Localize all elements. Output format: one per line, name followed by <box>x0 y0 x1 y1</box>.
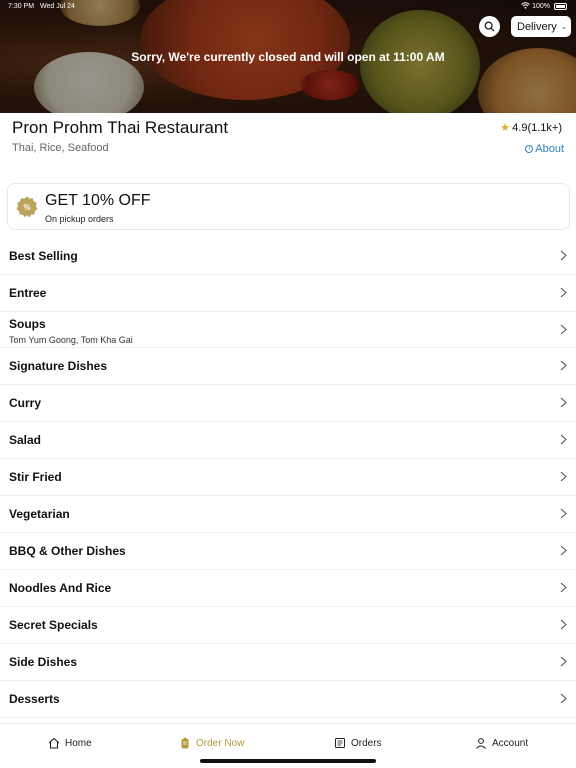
menu-category-noodles-rice[interactable]: Noodles And Rice <box>0 570 576 607</box>
status-time: 7:30 PM <box>8 3 35 10</box>
menu-category-label: Noodles And Rice <box>9 581 112 595</box>
menu-category-label: Salad <box>9 433 42 447</box>
search-icon <box>484 21 495 32</box>
info-icon: i <box>525 145 534 153</box>
menu-category-secret-specials[interactable]: Secret Specials <box>0 607 576 644</box>
battery-icon <box>554 3 567 10</box>
menu-category-desserts[interactable]: Desserts <box>0 681 576 718</box>
hero-banner: 7:30 PM Wed Jul 24 100% Delivery ⌄ Sorry… <box>0 0 576 113</box>
menu-category-bbq-other[interactable]: BBQ & Other Dishes <box>0 533 576 570</box>
menu-category-description: Tom Yum Goong, Tom Kha Gai <box>9 335 133 345</box>
menu-category-soups[interactable]: Soups Tom Yum Goong, Tom Kha Gai <box>0 312 576 348</box>
restaurant-tags: Thai, Rice, Seafood <box>12 142 109 154</box>
tab-account-label: Account <box>492 737 529 749</box>
menu-category-label: Best Selling <box>9 249 78 263</box>
chevron-right-icon <box>560 287 567 298</box>
menu-category-label: Soups <box>9 317 46 331</box>
menu-category-label: Entree <box>9 286 47 300</box>
rating: ★ 4.9(1.1k+) <box>500 121 562 135</box>
promo-title: GET 10% OFF <box>45 192 151 209</box>
menu-category-label: Stir Fried <box>9 470 62 484</box>
home-indicator <box>200 759 376 763</box>
menu-category-vegetarian[interactable]: Vegetarian <box>0 496 576 533</box>
menu-category-salad[interactable]: Salad <box>0 422 576 459</box>
chevron-right-icon <box>560 397 567 408</box>
tab-order-now-label: Order Now <box>196 737 245 749</box>
promo-subtitle: On pickup orders <box>45 214 114 224</box>
order-bag-icon <box>181 737 189 749</box>
menu-category-best-selling[interactable]: Best Selling <box>0 238 576 275</box>
chevron-right-icon <box>560 508 567 519</box>
tab-orders[interactable]: Orders <box>334 737 382 749</box>
status-bar: 7:30 PM Wed Jul 24 100% <box>0 0 576 14</box>
chevron-right-icon <box>560 693 567 704</box>
menu-category-list: Best Selling Entree Soups Tom Yum Goong,… <box>0 238 576 718</box>
menu-category-stir-fried[interactable]: Stir Fried <box>0 459 576 496</box>
promo-card[interactable]: % GET 10% OFF On pickup orders <box>7 183 570 230</box>
menu-category-label: Side Dishes <box>9 655 78 669</box>
tab-home-label: Home <box>65 737 92 749</box>
svg-text:%: % <box>23 203 30 212</box>
menu-category-label: Signature Dishes <box>9 359 108 373</box>
closed-message: Sorry, We're currently closed and will o… <box>131 50 445 64</box>
status-date: Wed Jul 24 <box>40 3 75 10</box>
menu-category-label: Vegetarian <box>9 507 70 521</box>
delivery-mode-label: Delivery <box>517 20 557 33</box>
menu-category-label: BBQ & Other Dishes <box>9 544 126 558</box>
chevron-right-icon <box>560 360 567 371</box>
user-icon <box>476 738 486 749</box>
menu-category-side-dishes[interactable]: Side Dishes <box>0 644 576 681</box>
receipt-icon <box>335 738 345 748</box>
about-label: About <box>535 143 564 155</box>
menu-category-curry[interactable]: Curry <box>0 385 576 422</box>
chevron-right-icon <box>560 545 567 556</box>
about-link[interactable]: i About <box>525 143 564 155</box>
restaurant-name: Pron Prohm Thai Restaurant <box>12 118 229 137</box>
delivery-mode-dropdown[interactable]: Delivery ⌄ <box>511 16 571 37</box>
menu-category-label: Curry <box>9 396 42 410</box>
battery-percent: 100% <box>532 3 550 10</box>
tab-account[interactable]: Account <box>475 737 528 749</box>
menu-category-entree[interactable]: Entree <box>0 275 576 312</box>
chevron-down-icon: ⌄ <box>560 22 568 31</box>
star-icon: ★ <box>500 122 511 134</box>
discount-badge-icon: % <box>16 196 38 218</box>
chevron-right-icon <box>560 324 567 335</box>
home-icon <box>48 737 60 749</box>
tab-orders-label: Orders <box>351 737 382 749</box>
search-button[interactable] <box>479 16 500 37</box>
chevron-right-icon <box>560 582 567 593</box>
chevron-right-icon <box>560 619 567 630</box>
menu-category-label: Secret Specials <box>9 618 98 632</box>
menu-category-label: Desserts <box>9 692 60 706</box>
chevron-right-icon <box>560 656 567 667</box>
rating-value: 4.9(1.1k+) <box>512 121 562 134</box>
chevron-right-icon <box>560 434 567 445</box>
menu-category-signature-dishes[interactable]: Signature Dishes <box>0 348 576 385</box>
chevron-right-icon <box>560 471 567 482</box>
chevron-right-icon <box>560 250 567 261</box>
wifi-icon <box>521 2 530 11</box>
tab-home[interactable]: Home <box>48 737 92 749</box>
tab-order-now[interactable]: Order Now <box>179 737 244 749</box>
